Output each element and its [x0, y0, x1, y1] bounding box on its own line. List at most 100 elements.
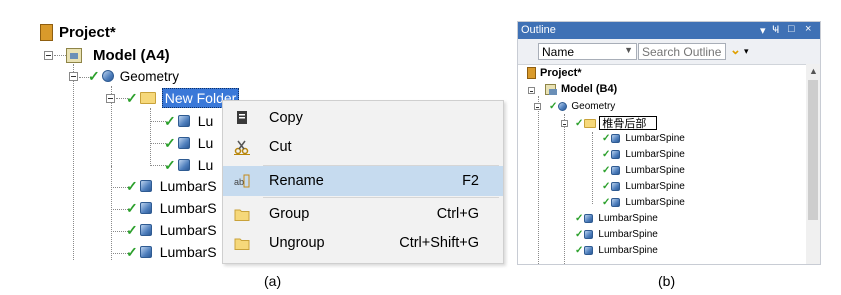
- copy-icon: [237, 111, 247, 124]
- body-icon: [177, 115, 190, 127]
- project-icon: [527, 67, 536, 79]
- model-icon: [545, 83, 557, 95]
- geometry-icon: [101, 70, 114, 82]
- scrollbar-thumb[interactable]: [808, 80, 818, 220]
- check-icon: ✓: [602, 132, 611, 144]
- tree-item-model[interactable]: Model (B4): [545, 82, 617, 96]
- check-icon: ✓: [126, 221, 138, 238]
- check-icon: ✓: [126, 199, 138, 216]
- body-icon: [584, 245, 594, 255]
- window-title: Outline: [521, 24, 556, 36]
- check-icon: ✓: [602, 148, 611, 160]
- collapse-toggle-geometry[interactable]: [534, 103, 541, 110]
- search-input[interactable]: [638, 43, 726, 60]
- tree-connector: [73, 64, 74, 260]
- body-icon: [611, 149, 621, 159]
- check-icon: ✓: [164, 134, 176, 151]
- tree-item-child[interactable]: ✓ Lu: [164, 155, 213, 175]
- check-icon: ✓: [164, 112, 176, 129]
- menu-item-rename[interactable]: ab Rename F2: [223, 166, 503, 196]
- check-icon: ✓: [126, 177, 138, 194]
- tree-item-child[interactable]: ✓ LumbarSpine: [602, 179, 685, 193]
- folder-icon: [234, 238, 250, 250]
- collapse-toggle-model[interactable]: [44, 51, 53, 60]
- tree-connector: [592, 132, 593, 204]
- folder-name-input[interactable]: [599, 116, 658, 130]
- collapse-toggle-geometry[interactable]: [69, 72, 78, 81]
- tree-item-sibling[interactable]: ✓ LumbarS: [126, 198, 217, 218]
- menu-item-group[interactable]: Group Ctrl+G: [223, 199, 503, 229]
- body-icon: [584, 213, 594, 223]
- folder-icon: [234, 209, 250, 221]
- menu-separator: [263, 197, 499, 198]
- body-icon: [177, 137, 190, 149]
- outline-toolbar: Name ▼ ⌄ ▾: [518, 39, 820, 65]
- menu-item-copy[interactable]: Copy: [223, 103, 503, 133]
- tree-item-geometry[interactable]: ✓ Geometry: [549, 99, 615, 113]
- outline-titlebar: Outline ▾ Ҹ □ ×: [518, 22, 820, 39]
- body-icon: [139, 246, 152, 258]
- dropdown-icon[interactable]: ▾: [760, 24, 766, 37]
- collapse-toggle-folder[interactable]: [561, 120, 568, 127]
- menu-item-ungroup[interactable]: Ungroup Ctrl+Shift+G: [223, 228, 503, 258]
- check-icon: ✓: [575, 228, 584, 240]
- caption-a: (a): [264, 273, 282, 289]
- body-icon: [611, 197, 621, 207]
- body-icon: [611, 165, 621, 175]
- body-icon: [139, 202, 152, 214]
- tree-item-geometry[interactable]: ✓ Geometry: [88, 66, 179, 86]
- pin-icon[interactable]: Ҹ: [772, 24, 779, 36]
- body-icon: [611, 133, 621, 143]
- tree-item-sibling[interactable]: ✓ LumbarSpine: [575, 243, 658, 257]
- tree-connector: [150, 108, 151, 164]
- tree-item-folder-renaming[interactable]: ✓: [575, 115, 658, 131]
- tree-item-child[interactable]: ✓ Lu: [164, 133, 213, 153]
- tree-connector: [538, 96, 539, 264]
- tree-connector: [564, 114, 565, 264]
- tree-item-project[interactable]: Project*: [40, 22, 116, 42]
- folder-icon: [139, 92, 156, 104]
- check-icon: ✓: [126, 243, 138, 260]
- body-icon: [177, 159, 190, 171]
- tree-item-sibling[interactable]: ✓ LumbarS: [126, 242, 217, 262]
- tree-item-child[interactable]: ✓ Lu: [164, 111, 213, 131]
- tree-item-sibling[interactable]: ✓ LumbarSpine: [575, 227, 658, 241]
- context-menu: Copy Cut ab Rename F2 Group Ctrl+G Ungro…: [222, 100, 504, 264]
- rename-icon: ab: [234, 174, 250, 188]
- project-icon: [40, 23, 53, 41]
- tree-item-child[interactable]: ✓ LumbarSpine: [602, 163, 685, 177]
- svg-text:ab: ab: [234, 177, 244, 187]
- tree-item-child[interactable]: ✓ LumbarSpine: [602, 131, 685, 145]
- tree-item-model[interactable]: Model (A4): [66, 45, 170, 65]
- check-icon: ✓: [126, 89, 138, 106]
- filter-select[interactable]: Name ▼: [538, 43, 637, 60]
- tree-connector: [111, 166, 112, 260]
- chevron-down-icon[interactable]: ▾: [744, 46, 749, 57]
- model-icon: [66, 47, 82, 63]
- outline-tree-panel-a: Project* Model (A4) ✓ Geometry ✓ New Fol…: [0, 0, 510, 295]
- close-icon[interactable]: ×: [805, 23, 811, 35]
- tree-item-sibling[interactable]: ✓ LumbarSpine: [575, 211, 658, 225]
- check-icon: ✓: [549, 100, 558, 112]
- caption-b: (b): [658, 273, 676, 289]
- geometry-icon: [558, 101, 568, 111]
- collapse-toggle-model[interactable]: [528, 87, 535, 94]
- tree-item-child[interactable]: ✓ LumbarSpine: [602, 147, 685, 161]
- maximize-icon[interactable]: □: [788, 23, 795, 35]
- scroll-up-icon[interactable]: ▲: [809, 66, 818, 76]
- cut-icon: [234, 140, 250, 155]
- tree-connector: [54, 55, 66, 56]
- check-icon: ✓: [164, 156, 176, 173]
- check-icon: ✓: [602, 164, 611, 176]
- tree-item-sibling[interactable]: ✓ LumbarS: [126, 220, 217, 240]
- search-filter-icon[interactable]: ⌄: [730, 42, 741, 58]
- collapse-toggle-folder[interactable]: [106, 94, 115, 103]
- tree-item-sibling[interactable]: ✓ LumbarS: [126, 176, 217, 196]
- check-icon: ✓: [575, 117, 584, 129]
- menu-item-cut[interactable]: Cut: [223, 132, 503, 162]
- check-icon: ✓: [88, 67, 100, 84]
- body-icon: [611, 181, 621, 191]
- body-icon: [139, 224, 152, 236]
- tree-item-child[interactable]: ✓ LumbarSpine: [602, 195, 685, 209]
- tree-item-project[interactable]: Project*: [527, 66, 582, 80]
